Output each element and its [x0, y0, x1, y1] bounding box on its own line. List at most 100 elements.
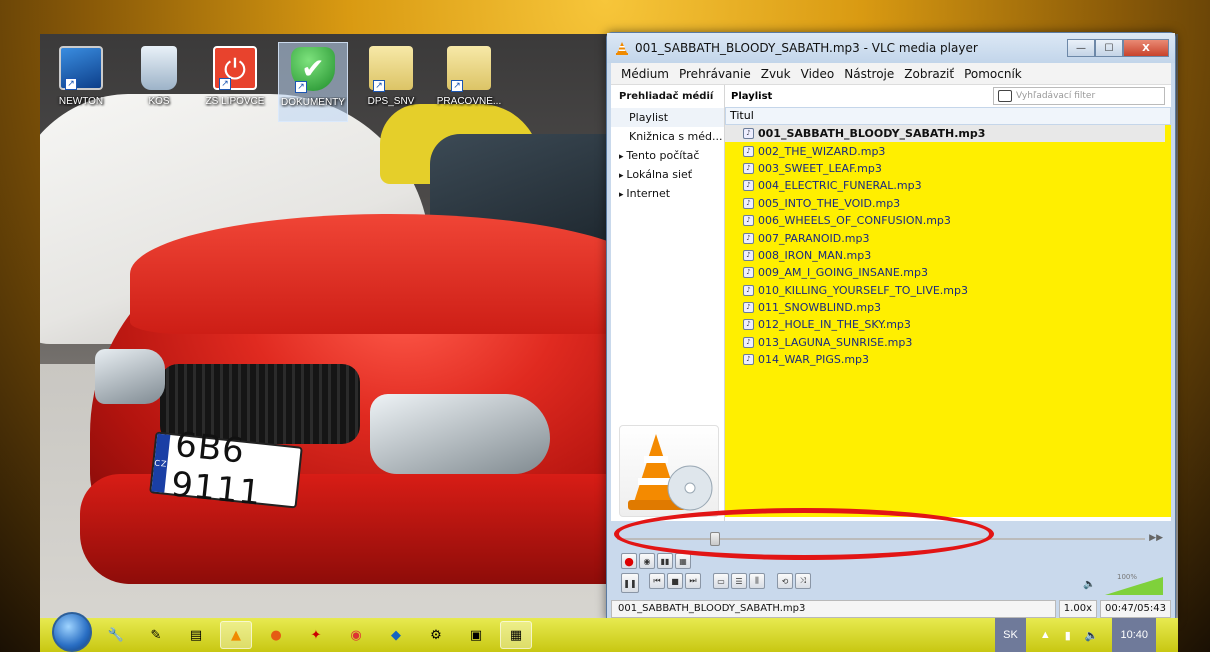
desktop-icon-newton[interactable]: ↗ NEWTON — [46, 42, 116, 122]
playback-time[interactable]: 00:47/05:43 — [1099, 600, 1171, 618]
audio-file-icon: ♪ — [743, 197, 754, 209]
track-title: 012_HOLE_IN_THE_SKY.mp3 — [758, 318, 911, 332]
vlc-cone-icon — [616, 42, 628, 55]
playlist-row[interactable]: ♪ 013_LAGUNA_SUNRISE.mp3 — [725, 334, 1165, 351]
playlist-row[interactable]: ♪ 003_SWEET_LEAF.mp3 — [725, 160, 1165, 177]
sidebar-item-internet[interactable]: Internet — [611, 184, 724, 203]
next-button[interactable]: ⏭ — [685, 573, 701, 589]
stop-button[interactable]: ■ — [667, 573, 683, 589]
playlist-row[interactable]: ♪ 010_KILLING_YOURSELF_TO_LIVE.mp3 — [725, 282, 1165, 299]
sidebar-item-library[interactable]: Knižnica s méd... — [611, 127, 724, 146]
menu-prehravanie[interactable]: Prehrávanie — [679, 67, 751, 81]
track-title: 001_SABBATH_BLOODY_SABATH.mp3 — [758, 127, 986, 141]
desktop-icon-kos[interactable]: KÔŠ — [124, 42, 194, 122]
menu-medium[interactable]: Médium — [621, 67, 669, 81]
view-mode-icon[interactable] — [998, 90, 1012, 102]
loop-button[interactable]: ⟲ — [777, 573, 793, 589]
shuffle-button[interactable]: ⤨ — [795, 573, 811, 589]
playlist-row[interactable]: ♪ 006_WHEELS_OF_CONFUSION.mp3 — [725, 212, 1165, 229]
menu-zvuk[interactable]: Zvuk — [761, 67, 791, 81]
pause-button[interactable]: ❚❚ — [621, 573, 639, 593]
search-filter[interactable]: Vyhľadávací filter — [993, 87, 1165, 105]
audio-file-icon: ♪ — [743, 284, 754, 296]
audio-file-icon: ♪ — [743, 162, 754, 174]
loop-ab-button[interactable]: ▮▮ — [657, 553, 673, 569]
taskbar-pen-icon[interactable]: ✎ — [140, 621, 172, 649]
volume-slider[interactable]: 🔈 100% — [1083, 573, 1163, 595]
status-filename: 001_SABBATH_BLOODY_SABATH.mp3 — [611, 600, 1056, 618]
maximize-button[interactable]: ☐ — [1095, 39, 1123, 57]
desktop-icon-dps-snv[interactable]: ↗ DPS_SNV — [356, 42, 426, 122]
start-button[interactable] — [52, 612, 92, 652]
battery-icon[interactable]: ▮ — [1065, 629, 1071, 642]
taskbar-vlc-icon[interactable]: ▲ — [220, 621, 252, 649]
playlist-row[interactable]: ♪ 002_THE_WIZARD.mp3 — [725, 142, 1165, 159]
audio-file-icon: ♪ — [743, 145, 754, 157]
language-indicator[interactable]: SK — [995, 618, 1026, 652]
taskbar-pdf-icon[interactable]: ✦ — [300, 621, 332, 649]
track-title: 008_IRON_MAN.mp3 — [758, 248, 872, 262]
desktop-icon-zs-lipovce[interactable]: ⏻ ↗ ZŠ LIPOVCE — [200, 42, 270, 122]
record-button[interactable]: ● — [621, 553, 637, 569]
menu-nastroje[interactable]: Nástroje — [844, 67, 894, 81]
taskbar-tool-icon[interactable]: 🔧 — [100, 621, 132, 649]
clock[interactable]: 10:40 — [1112, 618, 1156, 652]
speaker-tray-icon[interactable]: 🔈 — [1085, 629, 1099, 642]
audio-file-icon: ♪ — [743, 180, 754, 192]
menu-pomocnik[interactable]: Pomocník — [964, 67, 1022, 81]
taskbar-explorer-icon[interactable]: ▦ — [500, 621, 532, 649]
car-headlight-right — [370, 394, 550, 474]
playlist-toggle-button[interactable]: ☰ — [731, 573, 747, 589]
track-title: 004_ELECTRIC_FUNERAL.mp3 — [758, 179, 922, 193]
speaker-icon[interactable]: 🔈 — [1083, 579, 1095, 590]
track-title: 007_PARANOID.mp3 — [758, 231, 870, 245]
vlc-logo-icon — [628, 434, 713, 511]
fullscreen-button[interactable]: ▭ — [713, 573, 729, 589]
minimize-button[interactable]: — — [1067, 39, 1095, 57]
wallpaper-red-car: CZ 6B6 9111 — [70, 134, 670, 594]
taskbar-tools-icon[interactable]: ⚙ — [420, 621, 452, 649]
snapshot-button[interactable]: ◉ — [639, 553, 655, 569]
playlist-row[interactable]: ♪ 011_SNOWBLIND.mp3 — [725, 299, 1165, 316]
previous-button[interactable]: ⏮ — [649, 573, 665, 589]
playlist-row[interactable]: ♪ 004_ELECTRIC_FUNERAL.mp3 — [725, 177, 1165, 194]
playlist-row[interactable]: ♪ 005_INTO_THE_VOID.mp3 — [725, 195, 1165, 212]
desktop-icon-pracovne[interactable]: ↗ PRACOVNÉ... — [434, 42, 504, 122]
playlist-row[interactable]: ♪ 008_IRON_MAN.mp3 — [725, 247, 1165, 264]
menu-zobrazit[interactable]: Zobraziť — [904, 67, 954, 81]
playlist-row[interactable]: ♪ 001_SABBATH_BLOODY_SABATH.mp3 — [725, 125, 1165, 143]
sidebar-item-playlist[interactable]: Playlist — [611, 108, 724, 127]
taskbar-app-icon[interactable]: ◆ — [380, 621, 412, 649]
window-titlebar[interactable]: 001_SABBATH_BLOODY_SABATH.mp3 - VLC medi… — [607, 33, 1175, 63]
taskbar-picture-icon[interactable]: ▣ — [460, 621, 492, 649]
equalizer-button[interactable]: ⫼ — [749, 573, 765, 589]
system-tray: SK ▲ ▮ 🔈 10:40 — [995, 618, 1156, 652]
playlist-row[interactable]: ♪ 014_WAR_PIGS.mp3 — [725, 351, 1165, 368]
playlist-scrollbar[interactable] — [1165, 125, 1171, 517]
taskbar-chrome-icon[interactable]: ◉ — [340, 621, 372, 649]
close-button[interactable]: X — [1123, 39, 1169, 57]
playlist-row[interactable]: ♪ 009_AM_I_GOING_INSANE.mp3 — [725, 264, 1165, 281]
advanced-controls: ● ◉ ▮▮ ▦ — [621, 553, 691, 569]
playlist-main: Playlist Vyhľadávací filter Titul ♪ 001_S… — [725, 85, 1171, 521]
status-bar: 001_SABBATH_BLOODY_SABATH.mp3 1.00x 00:4… — [611, 599, 1171, 619]
playback-speed[interactable]: 1.00x — [1058, 600, 1097, 618]
tray-expand-icon[interactable]: ▲ — [1040, 629, 1051, 641]
taskbar-firefox-icon[interactable]: ● — [260, 621, 292, 649]
plate-country: CZ — [151, 433, 171, 493]
frame-step-button[interactable]: ▦ — [675, 553, 691, 569]
playlist-row[interactable]: ♪ 012_HOLE_IN_THE_SKY.mp3 — [725, 316, 1165, 333]
shield-check-icon: ✔ ↗ — [291, 47, 335, 93]
desktop-icon-dokumenty[interactable]: ✔ ↗ DOKUMENTY — [278, 42, 348, 122]
audio-file-icon: ♪ — [743, 319, 754, 331]
column-header-title[interactable]: Titul — [725, 107, 1171, 125]
taskbar: 🔧 ✎ ▤ ▲ ● ✦ ◉ ◆ ⚙ ▣ ▦ SK ▲ ▮ 🔈 10:40 — [40, 612, 1178, 652]
menu-video[interactable]: Video — [801, 67, 835, 81]
sidebar-item-local-network[interactable]: Lokálna sieť — [611, 165, 724, 184]
fast-forward-icon: ▶▶ — [1149, 533, 1163, 543]
sidebar-item-this-computer[interactable]: Tento počítač — [611, 146, 724, 165]
taskbar-document-icon[interactable]: ▤ — [180, 621, 212, 649]
playlist-row[interactable]: ♪ 007_PARANOID.mp3 — [725, 229, 1165, 246]
audio-file-icon: ♪ — [743, 354, 754, 366]
audio-file-icon: ♪ — [743, 249, 754, 261]
